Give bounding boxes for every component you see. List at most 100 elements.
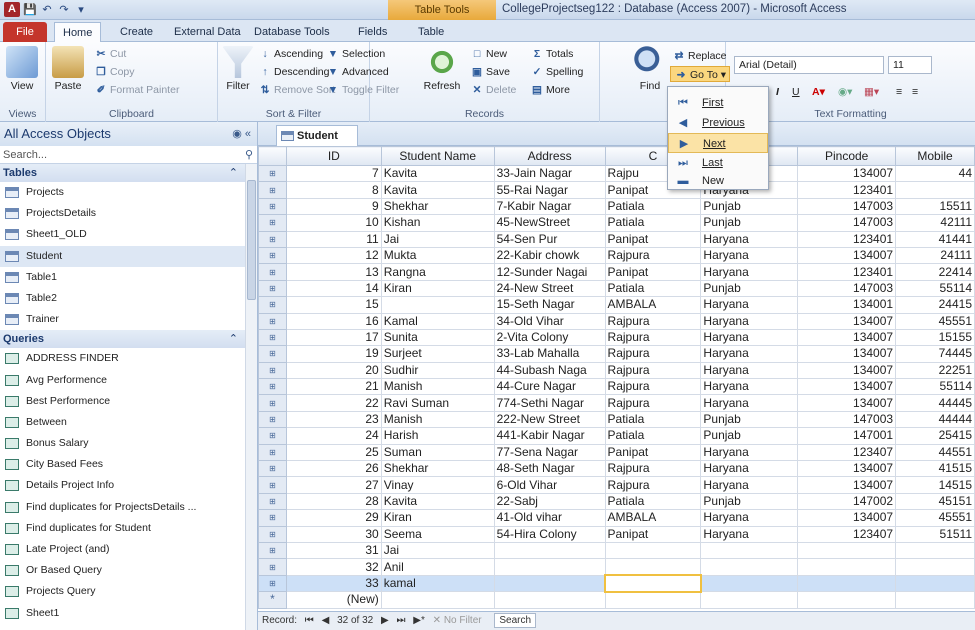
row-expand-icon[interactable]: ⊞ (258, 312, 287, 330)
cell-mobile[interactable]: 51511 (895, 525, 975, 543)
column-header-pincode[interactable]: Pincode (797, 146, 897, 166)
new-row-cell[interactable] (895, 591, 975, 609)
nav-table-item[interactable]: Student (0, 245, 246, 267)
cell-mobile[interactable] (895, 558, 975, 576)
cell-id[interactable]: 27 (285, 476, 382, 494)
cell-city[interactable] (604, 541, 702, 560)
table-row[interactable]: ⊞ 27 Vinay 6-Old Vihar Rajpura Haryana 134007 1… (258, 476, 975, 494)
nav-search-input[interactable]: Search... ⚲ (0, 146, 257, 164)
cell-mobile[interactable]: 25415 (895, 427, 975, 445)
cell-state[interactable] (700, 541, 799, 560)
cell-student-name[interactable]: Manish (380, 378, 495, 396)
first-record-button[interactable]: ⏮ (305, 615, 314, 626)
cell-mobile[interactable]: 44444 (895, 410, 975, 429)
tab-student[interactable]: Student (276, 125, 358, 146)
cell-mobile[interactable]: 45151 (895, 492, 975, 511)
cell-city[interactable]: Patiala (604, 197, 702, 216)
cell-state[interactable]: Haryana (700, 328, 799, 347)
cell-id[interactable]: 29 (285, 509, 382, 527)
table-row[interactable]: ⊞ 12 Mukta 22-Kabir chowk Rajpura Haryana 1340… (258, 246, 975, 265)
row-expand-icon[interactable]: ⊞ (258, 164, 287, 183)
cell-student-name[interactable]: Kavita (380, 492, 495, 511)
cut-button[interactable]: ✂ Cut (94, 46, 127, 62)
tab-create[interactable]: Create (112, 22, 161, 42)
cell-city[interactable]: AMBALA (604, 509, 702, 527)
cell-city[interactable]: Patiala (604, 410, 702, 429)
cell-mobile[interactable]: 42111 (895, 214, 975, 232)
cell-pincode[interactable]: 147001 (797, 427, 897, 445)
cell-id[interactable]: 13 (285, 263, 382, 281)
cell-mobile[interactable] (895, 181, 975, 199)
goto-first-item[interactable]: ⏮ First (668, 93, 768, 113)
redo-icon[interactable]: ↷ (57, 3, 71, 17)
cell-pincode[interactable]: 147003 (797, 214, 897, 232)
table-row[interactable]: ⊞ 30 Seema 54-Hira Colony Panipat Haryana 1234… (258, 525, 975, 543)
cell-state[interactable]: Haryana (700, 230, 799, 248)
cell-pincode[interactable]: 134007 (797, 312, 897, 330)
cell-pincode[interactable]: 123401 (797, 230, 897, 248)
row-expand-icon[interactable]: ⊞ (258, 279, 287, 298)
row-expand-icon[interactable]: ⊞ (258, 427, 287, 445)
find-button[interactable]: Find (630, 46, 670, 92)
cell-city[interactable]: Panipat (604, 525, 702, 543)
table-row[interactable]: ⊞ 9 Shekhar 7-Kabir Nagar Patiala Punjab 14700… (258, 197, 975, 216)
cell-pincode[interactable]: 134007 (797, 476, 897, 494)
nav-query-item[interactable]: Between (0, 412, 246, 433)
cell-state[interactable]: Haryana (700, 246, 799, 265)
row-expand-icon[interactable]: ⊞ (258, 345, 287, 363)
table-row[interactable]: ⊞ 26 Shekhar 48-Seth Nagar Rajpura Haryana 134… (258, 460, 975, 478)
tab-home[interactable]: Home (54, 22, 102, 43)
column-header-address[interactable]: Address (493, 146, 606, 166)
goto-previous-item[interactable]: ◀ Previous (668, 113, 768, 133)
cell-id[interactable]: 22 (285, 394, 382, 412)
save-icon[interactable]: 💾 (23, 3, 37, 17)
cell-pincode[interactable] (797, 541, 897, 560)
cell-state[interactable]: Haryana (700, 525, 799, 543)
nav-section-tables[interactable]: Tables ⌃ (0, 164, 246, 182)
cell-state[interactable]: Haryana (700, 443, 799, 462)
font-color-button[interactable]: A▾ (812, 84, 825, 100)
cell-mobile[interactable] (895, 541, 975, 560)
nav-table-item[interactable]: Trainer (0, 309, 246, 330)
cell-id[interactable]: 12 (285, 246, 382, 265)
nav-query-item[interactable]: Avg Performence (0, 370, 246, 391)
cell-state[interactable]: Haryana (700, 296, 799, 314)
customize-toolbar-icon[interactable]: ▾ (74, 3, 88, 17)
cell-mobile[interactable]: 45551 (895, 509, 975, 527)
row-expand-icon[interactable]: ⊞ (258, 476, 287, 494)
view-button[interactable]: View (2, 46, 42, 92)
cell-id[interactable]: 7 (285, 164, 382, 183)
cell-mobile[interactable]: 14515 (895, 476, 975, 494)
row-expand-icon[interactable]: ⊞ (258, 263, 287, 281)
row-expand-icon[interactable]: ⊞ (258, 525, 287, 543)
cell-student-name[interactable]: Anil (380, 558, 495, 576)
nav-query-item[interactable]: Projects Query (0, 581, 246, 602)
table-row[interactable]: ⊞ 11 Jai 54-Sen Pur Panipat Haryana 123401 4144… (258, 230, 975, 248)
cell-id[interactable]: 16 (285, 312, 382, 330)
goto-next-item[interactable]: ▶ Next (668, 133, 768, 153)
cell-state[interactable]: Punjab (700, 279, 799, 298)
row-expand-icon[interactable]: ⊞ (258, 296, 287, 314)
table-row[interactable]: ⊞ 28 Kavita 22-Sabj Patiala Punjab 147002 45151 (258, 492, 975, 511)
nav-section-queries[interactable]: Queries ⌃ (0, 330, 246, 349)
goto-last-item[interactable]: ⏭ Last (668, 153, 768, 173)
table-row[interactable]: ⊞8Kavita55-Rai NagarPanipatHaryana123401 (258, 181, 975, 199)
cell-student-name[interactable]: Vinay (380, 476, 495, 494)
tab-file[interactable]: File (3, 22, 47, 42)
cell-address[interactable]: 22-Sabj (493, 492, 606, 511)
cell-state[interactable]: Punjab (700, 214, 799, 232)
cell-address[interactable]: 33-Jain Nagar (493, 164, 606, 183)
nav-table-item[interactable]: Table2 (0, 288, 246, 309)
record-position-input[interactable]: 32 of 32 (337, 615, 373, 626)
cell-pincode[interactable]: 134001 (797, 296, 897, 314)
table-row[interactable]: ⊞ 15 15-Seth Nagar AMBALA Haryana 134001 24415 (258, 296, 975, 314)
cell-state[interactable] (700, 574, 799, 593)
cell-address[interactable]: 774-Sethi Nagar (493, 394, 606, 412)
column-header-mobile[interactable]: Mobile (895, 146, 975, 166)
cell-state[interactable]: Haryana (700, 509, 799, 527)
cell-pincode[interactable]: 147003 (797, 197, 897, 216)
cell-student-name[interactable] (380, 296, 495, 314)
nav-scrollbar[interactable] (245, 164, 257, 630)
row-expand-icon[interactable]: ⊞ (258, 378, 287, 396)
cell-mobile[interactable]: 74445 (895, 345, 975, 363)
